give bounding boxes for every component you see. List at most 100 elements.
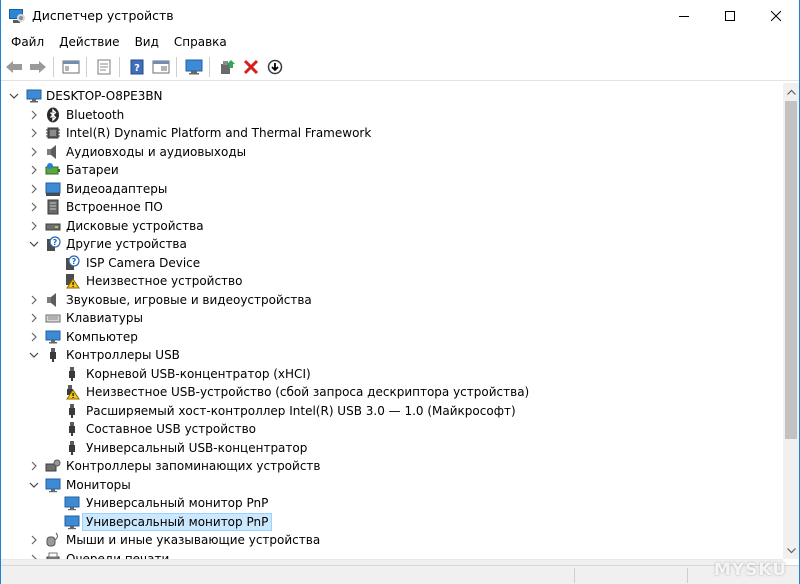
expand-toggle[interactable] bbox=[28, 457, 40, 475]
unknown-device-icon: ? bbox=[45, 236, 61, 252]
expand-toggle[interactable] bbox=[28, 161, 40, 179]
tree-device[interactable]: Универсальный монитор PnP bbox=[1, 494, 781, 512]
expand-toggle[interactable] bbox=[28, 217, 40, 235]
tree-category[interactable]: Звуковые, игровые и видеоустройства bbox=[1, 291, 781, 309]
tree-category[interactable]: Очереди печати bbox=[1, 550, 781, 559]
forward-button[interactable] bbox=[27, 56, 49, 78]
chevron-up-icon bbox=[786, 89, 796, 95]
expand-toggle[interactable] bbox=[28, 328, 40, 346]
usb-icon bbox=[69, 422, 75, 436]
scroll-down-button[interactable] bbox=[783, 542, 799, 559]
tree-item-label: ISP Camera Device bbox=[86, 255, 201, 270]
tree-category[interactable]: Мониторы bbox=[1, 476, 781, 494]
tree-category[interactable]: Bluetooth bbox=[1, 106, 781, 124]
device-tree[interactable]: DESKTOP-O8PE3BN Bluetooth Intel(R) Dynamic… bbox=[1, 83, 783, 559]
tree-device[interactable]: Корневой USB-концентратор (xHCI) bbox=[1, 365, 781, 383]
status-bar bbox=[1, 565, 799, 584]
tree-category[interactable]: Мыши и иные указывающие устройства bbox=[1, 531, 781, 549]
back-button[interactable] bbox=[3, 56, 25, 78]
maximize-button[interactable] bbox=[707, 0, 753, 31]
printer-icon bbox=[45, 551, 61, 559]
expand-toggle[interactable] bbox=[28, 106, 40, 124]
help-button[interactable]: ? bbox=[126, 56, 148, 78]
tree-category[interactable]: Intel(R) Dynamic Platform and Thermal Fr… bbox=[1, 124, 781, 142]
vertical-scrollbar[interactable] bbox=[783, 83, 799, 559]
tree-category[interactable]: Встроенное ПО bbox=[1, 198, 781, 216]
usb-icon bbox=[69, 366, 75, 381]
tree-device[interactable]: ? ISP Camera Device bbox=[1, 254, 781, 272]
expand-toggle[interactable] bbox=[28, 550, 40, 559]
uninstall-button[interactable] bbox=[240, 56, 262, 78]
warning-device-icon bbox=[66, 274, 80, 289]
tree-device[interactable]: Универсальный USB-концентратор bbox=[1, 439, 781, 457]
forward-icon bbox=[30, 60, 46, 73]
expand-toggle[interactable] bbox=[28, 143, 40, 161]
properties-button[interactable] bbox=[93, 56, 115, 78]
tree-device[interactable]: Составное USB устройство bbox=[1, 420, 781, 438]
expand-toggle[interactable] bbox=[28, 198, 40, 216]
chevron-right-icon bbox=[31, 313, 37, 323]
tree-item-label: Батареи bbox=[66, 163, 119, 177]
keyboard-icon bbox=[45, 310, 61, 326]
chevron-down-icon bbox=[29, 482, 39, 488]
collapse-toggle[interactable] bbox=[28, 346, 40, 364]
battery-icon bbox=[45, 163, 60, 175]
minimize-button[interactable] bbox=[661, 0, 707, 31]
console-tree-button[interactable] bbox=[60, 56, 82, 78]
menu-help[interactable]: Справка bbox=[167, 31, 234, 53]
chip-icon bbox=[46, 127, 60, 139]
toolbar-separator bbox=[86, 56, 87, 77]
tree-category[interactable]: Батареи bbox=[1, 161, 781, 179]
menu-action[interactable]: Действие bbox=[52, 31, 126, 53]
firmware-icon bbox=[47, 199, 59, 215]
expand-toggle[interactable] bbox=[28, 309, 40, 327]
scroll-up-button[interactable] bbox=[783, 83, 799, 100]
monitor-icon bbox=[45, 478, 61, 492]
tree-category[interactable]: Контроллеры запоминающих устройств bbox=[1, 457, 781, 475]
show-hidden-button[interactable] bbox=[150, 56, 172, 78]
collapse-toggle[interactable] bbox=[28, 235, 40, 253]
tree-category[interactable]: Аудиовходы и аудиовыходы bbox=[1, 143, 781, 161]
disable-button[interactable] bbox=[264, 56, 286, 78]
collapse-toggle[interactable] bbox=[8, 87, 20, 105]
tree-device[interactable]: Универсальный монитор PnP bbox=[1, 512, 781, 531]
chevron-right-icon bbox=[31, 128, 37, 138]
tree-category[interactable]: Видеоадаптеры bbox=[1, 180, 781, 198]
update-driver-button[interactable] bbox=[216, 56, 238, 78]
tree-category[interactable]: ? Другие устройства bbox=[1, 235, 781, 253]
tree-item-label: Видеоадаптеры bbox=[66, 181, 168, 196]
storage-controller-icon bbox=[45, 459, 61, 472]
tree-category[interactable]: Компьютер bbox=[1, 328, 781, 346]
storage-controller-icon bbox=[45, 458, 61, 474]
tree-item-label: Встроенное ПО bbox=[66, 200, 163, 214]
device-manager-window: Диспетчер устройств Файл Действие Вид Сп… bbox=[0, 0, 800, 584]
menu-file[interactable]: Файл bbox=[4, 31, 51, 53]
tree-device[interactable]: Расширяемый хост-контроллер Intel(R) USB… bbox=[1, 402, 781, 420]
chevron-right-icon bbox=[31, 184, 37, 193]
expand-toggle[interactable] bbox=[28, 291, 40, 309]
tree-item-label: Звуковые, игровые и видеоустройства bbox=[66, 292, 312, 307]
tree-item-label: Корневой USB-концентратор (xHCI) bbox=[86, 366, 311, 381]
title-bar[interactable]: Диспетчер устройств bbox=[1, 0, 799, 31]
close-button[interactable] bbox=[753, 0, 799, 31]
tree-category[interactable]: Клавиатуры bbox=[1, 309, 781, 327]
tree-device[interactable]: Неизвестное USB-устройство (сбой запроса… bbox=[1, 383, 781, 401]
menu-view[interactable]: Вид bbox=[128, 31, 166, 53]
tree-device[interactable]: Неизвестное устройство bbox=[1, 272, 781, 290]
chevron-right-icon bbox=[31, 147, 37, 156]
scan-hardware-button[interactable] bbox=[183, 56, 205, 78]
toolbar-separator bbox=[209, 56, 210, 77]
chevron-down-icon bbox=[29, 352, 39, 358]
tree-category[interactable]: Контроллеры USB bbox=[1, 346, 781, 364]
collapse-toggle[interactable] bbox=[28, 476, 40, 494]
svg-text:?: ? bbox=[134, 63, 140, 74]
maximize-icon bbox=[725, 10, 735, 21]
tree-item-label: Клавиатуры bbox=[66, 311, 143, 325]
expand-toggle[interactable] bbox=[28, 180, 40, 198]
tree-root[interactable]: DESKTOP-O8PE3BN bbox=[1, 87, 781, 105]
scroll-thumb[interactable] bbox=[785, 101, 797, 439]
tree-category[interactable]: Дисковые устройства bbox=[1, 217, 781, 235]
expand-toggle[interactable] bbox=[28, 124, 40, 142]
status-divider bbox=[687, 568, 688, 583]
expand-toggle[interactable] bbox=[28, 531, 40, 549]
